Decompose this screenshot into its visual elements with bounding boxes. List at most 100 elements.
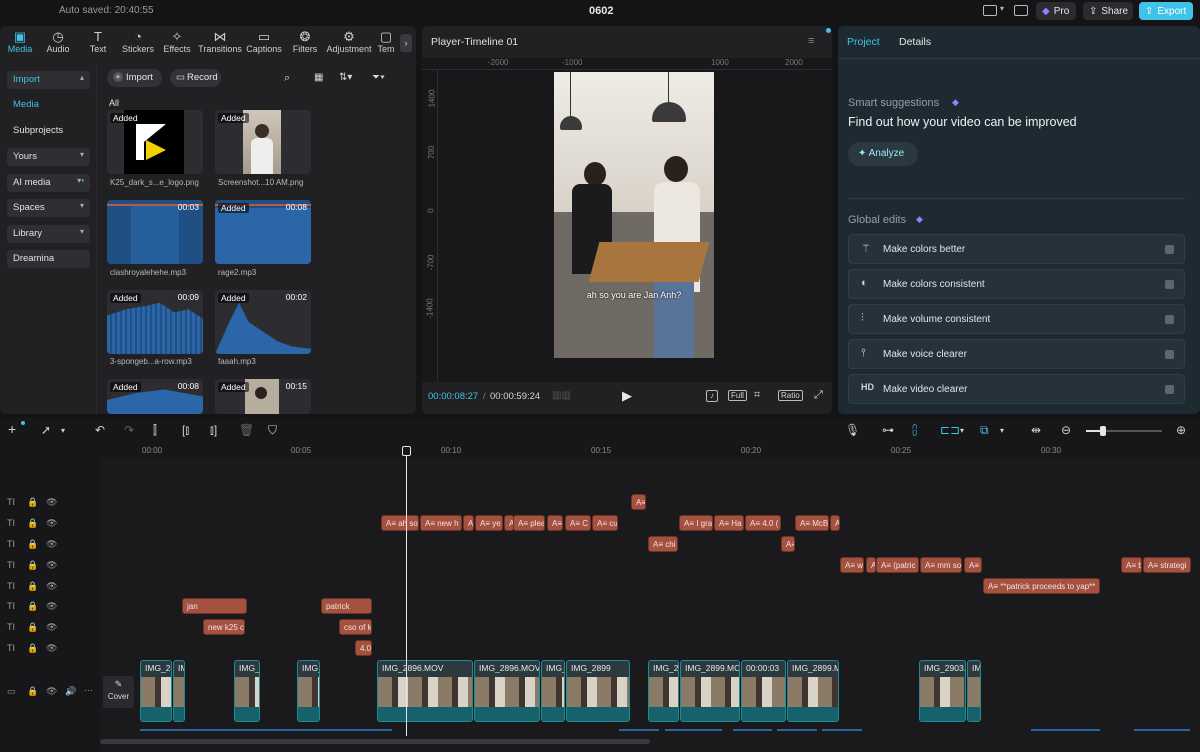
video-clip[interactable]: 00:00:03 bbox=[741, 660, 786, 722]
text-clip[interactable]: A≡ bbox=[631, 494, 646, 510]
eye-icon[interactable]: 👁 bbox=[46, 560, 57, 571]
cursor-icon[interactable]: ➚ bbox=[41, 423, 51, 437]
playhead[interactable] bbox=[402, 446, 411, 736]
edit-make-voice-clearer[interactable]: ⫯ Make voice clearer bbox=[848, 339, 1185, 369]
eye-icon[interactable]: 👁 bbox=[46, 581, 57, 592]
marker-icon[interactable]: ⛉ bbox=[268, 423, 277, 438]
video-clip[interactable]: IMG_28 bbox=[648, 660, 679, 722]
asset-thumb[interactable]: Added 00:08 bbox=[107, 379, 203, 414]
lock-icon[interactable]: 🔒 bbox=[27, 601, 38, 612]
sidebar-item-import[interactable]: Import ▴ bbox=[7, 71, 90, 89]
lock-icon[interactable]: 🔒 bbox=[27, 560, 38, 571]
eye-icon[interactable]: 👁 bbox=[46, 539, 57, 550]
playhead-handle[interactable] bbox=[402, 446, 411, 456]
asset-thumb[interactable]: Added 00:15 bbox=[215, 379, 311, 414]
tab-filters[interactable]: ❂ Filters bbox=[285, 30, 325, 60]
zoom-out-icon[interactable]: ⊖ bbox=[1061, 423, 1071, 437]
text-clip[interactable]: jan bbox=[182, 598, 247, 614]
volume-icon[interactable]: 🔊 bbox=[65, 686, 76, 697]
toggle-checkbox[interactable] bbox=[1165, 315, 1174, 324]
horizontal-scrollbar[interactable] bbox=[100, 739, 650, 744]
text-clip[interactable]: A≡ b bbox=[1121, 557, 1142, 573]
text-clip[interactable]: A≡ ye bbox=[475, 515, 503, 531]
edit-make-video-clearer[interactable]: HD Make video clearer bbox=[848, 374, 1185, 404]
text-clip[interactable]: A≡ mm so bbox=[920, 557, 962, 573]
text-clip[interactable]: A≡ chi bbox=[648, 536, 678, 552]
text-clip[interactable]: A≡ cu bbox=[592, 515, 618, 531]
tab-transitions[interactable]: ⋈ Transitions bbox=[198, 30, 242, 60]
sidebar-item-ai-media[interactable]: AI media ▾• bbox=[7, 174, 90, 192]
undo-icon[interactable]: ↶ bbox=[95, 423, 105, 437]
text-clip[interactable]: A≡ I gra bbox=[679, 515, 713, 531]
asset-thumb[interactable]: 00:03 bbox=[107, 200, 203, 264]
video-clip[interactable]: IMG_2 bbox=[297, 660, 320, 722]
toggle-checkbox[interactable] bbox=[1165, 350, 1174, 359]
tiktok-icon[interactable]: ♪ bbox=[706, 390, 718, 402]
play-button[interactable]: ▶ bbox=[622, 388, 632, 404]
asset-thumb[interactable]: Added 00:09 bbox=[107, 290, 203, 354]
text-clip[interactable]: A≡ **patrick proceeds to yap** bbox=[983, 578, 1100, 594]
text-clip[interactable]: A≡ 4.0 ( bbox=[745, 515, 781, 531]
asset-thumb[interactable]: Added 00:08 bbox=[215, 200, 311, 264]
video-clip[interactable]: IMG_2899 bbox=[566, 660, 630, 722]
text-clip[interactable]: A≡ McB bbox=[795, 515, 829, 531]
toggle-checkbox[interactable] bbox=[1165, 245, 1174, 254]
video-clip[interactable]: IMG_2896.MOV bbox=[377, 660, 473, 722]
text-clip[interactable]: new k25 c bbox=[203, 619, 245, 635]
text-clip[interactable]: A≡ bbox=[830, 515, 840, 531]
text-clip[interactable]: A≡ bbox=[547, 515, 563, 531]
video-clip[interactable]: IMG_2 bbox=[234, 660, 260, 722]
toggle-checkbox[interactable] bbox=[1165, 385, 1174, 394]
text-clip[interactable]: cso of k bbox=[339, 619, 372, 635]
tabs-scroll-right-button[interactable]: › bbox=[400, 34, 412, 52]
zoom-slider[interactable] bbox=[1086, 426, 1162, 436]
video-clip[interactable]: IMG_2899.MO bbox=[787, 660, 839, 722]
menu-icon[interactable]: ≡ bbox=[808, 35, 814, 47]
analyze-button[interactable]: ✦ Analyze bbox=[848, 142, 918, 166]
text-clip[interactable]: A≡ bbox=[781, 536, 795, 552]
zoom-in-icon[interactable]: ⊕ bbox=[1176, 423, 1186, 437]
tab-captions[interactable]: ▭ Captions bbox=[244, 30, 284, 60]
trim-right-icon[interactable]: ⫾] bbox=[210, 423, 217, 438]
toggle-checkbox[interactable] bbox=[1165, 280, 1174, 289]
chevron-down-icon[interactable]: ▾ bbox=[61, 426, 65, 435]
import-button[interactable]: + Import bbox=[107, 69, 162, 87]
fullscreen-icon[interactable]: ⤢ bbox=[814, 389, 823, 402]
full-button[interactable]: Full bbox=[728, 390, 747, 401]
video-clip[interactable]: IMG_2896.MOV bbox=[474, 660, 540, 722]
layout-icon[interactable] bbox=[983, 5, 997, 16]
delete-icon[interactable]: 🗑 bbox=[239, 423, 254, 437]
redo-icon[interactable]: ↷ bbox=[124, 423, 134, 437]
tab-details[interactable]: Details bbox=[899, 36, 931, 48]
sidebar-item-dreamina[interactable]: Dreamina bbox=[7, 250, 90, 268]
eye-icon[interactable]: 👁 bbox=[46, 686, 57, 697]
text-clip[interactable]: 4.0 bbox=[355, 640, 372, 656]
tab-project[interactable]: Project bbox=[847, 36, 880, 48]
cover-button[interactable]: ✎ Cover bbox=[103, 676, 134, 708]
search-icon[interactable]: ⌕ bbox=[284, 72, 290, 85]
text-clip[interactable]: A≡ C bbox=[565, 515, 591, 531]
keyboard-icon[interactable] bbox=[1014, 5, 1028, 16]
project-title[interactable]: 0602 bbox=[589, 5, 613, 17]
video-clip[interactable]: IMG_2899.MOV bbox=[680, 660, 740, 722]
text-clip[interactable]: A≡ (patric bbox=[876, 557, 919, 573]
text-clip[interactable]: A≡ new h bbox=[420, 515, 462, 531]
tab-templates[interactable]: ▢ Tem bbox=[374, 30, 398, 60]
crop-icon[interactable]: ⌗ bbox=[754, 389, 760, 402]
video-clip[interactable]: IMG bbox=[967, 660, 981, 722]
edit-make-colors-consistent[interactable]: ◐ Make colors consistent bbox=[848, 269, 1185, 299]
magnet-icon[interactable]: ⩉ bbox=[912, 423, 917, 438]
sidebar-item-media[interactable]: Media bbox=[7, 96, 90, 114]
microphone-icon[interactable]: 🎙 bbox=[845, 423, 860, 437]
tab-adjustment[interactable]: ⚙ Adjustment bbox=[326, 30, 372, 60]
pro-button[interactable]: ◆ Pro bbox=[1036, 2, 1076, 20]
lock-icon[interactable]: 🔒 bbox=[27, 643, 38, 654]
ratio-button[interactable]: Ratio bbox=[778, 390, 803, 401]
lock-icon[interactable]: 🔒 bbox=[27, 686, 38, 697]
lock-icon[interactable]: 🔒 bbox=[27, 497, 38, 508]
chevron-down-icon[interactable]: ▾ bbox=[1000, 4, 1004, 13]
sidebar-item-library[interactable]: Library ▾ bbox=[7, 225, 90, 243]
eye-icon[interactable]: 👁 bbox=[46, 601, 57, 612]
video-clip[interactable]: IMG_2903. bbox=[919, 660, 966, 722]
text-clip[interactable]: A≡ Ha bbox=[714, 515, 744, 531]
